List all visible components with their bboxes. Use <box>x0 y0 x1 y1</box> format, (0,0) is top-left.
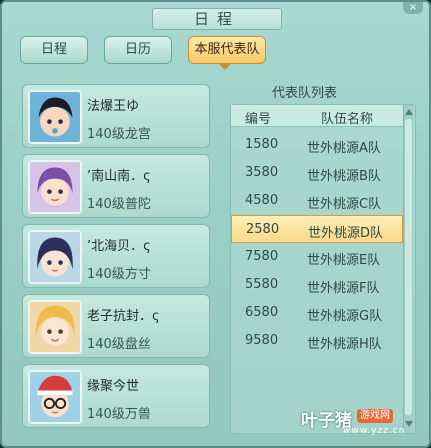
table-row-selected[interactable]: 2580 世外桃源D队 <box>231 215 403 243</box>
member-level: 140级万兽 <box>87 407 151 422</box>
team-name: 世外桃源B队 <box>307 169 381 184</box>
avatar <box>28 160 82 214</box>
active-tab-pointer <box>218 63 232 70</box>
tab-schedule[interactable]: 日程 <box>20 36 88 64</box>
tab-calendar[interactable]: 日历 <box>104 36 172 64</box>
watermark-url: www.yzz.cn <box>343 426 406 436</box>
avatar <box>28 230 82 284</box>
member-level: 140级龙宫 <box>87 127 151 142</box>
table-header: 编号 队伍名称 <box>231 105 403 127</box>
team-name: 世外桃源A队 <box>307 141 381 156</box>
team-table: 编号 队伍名称 1580 世外桃源A队 3580 世外桃源B队 4580 世外桃… <box>230 104 416 434</box>
team-name: 世外桃源E队 <box>307 253 381 268</box>
team-name: 世外桃源D队 <box>308 226 384 241</box>
table-row[interactable]: 4580 世外桃源C队 <box>231 187 403 215</box>
site-watermark: 叶子猪 游戏网 www.yzz.cn <box>301 406 421 440</box>
team-id: 5580 <box>245 277 279 292</box>
member-list: 法爆王ゆ 140级龙宫 ’南山南．ς 140级普陀 ’北海贝．ς 140级方寸 … <box>22 84 212 434</box>
table-row[interactable]: 1580 世外桃源A队 <box>231 131 403 159</box>
team-id: 6580 <box>245 305 279 320</box>
window-title: 日程 <box>152 8 282 30</box>
scroll-up-icon[interactable] <box>405 109 413 115</box>
table-row[interactable]: 6580 世外桃源G队 <box>231 299 403 327</box>
team-name: 世外桃源F队 <box>307 281 380 296</box>
member-name: ’南山南．ς <box>87 169 151 184</box>
member-card[interactable]: 法爆王ゆ 140级龙宫 <box>22 84 210 148</box>
member-level: 140级盘丝 <box>87 337 151 352</box>
team-id: 7580 <box>245 249 279 264</box>
team-id: 9580 <box>245 333 279 348</box>
member-card[interactable]: 缘聚今世 140级万兽 <box>22 364 210 428</box>
team-name: 世外桃源G队 <box>307 309 383 324</box>
scroll-thumb[interactable] <box>405 119 412 415</box>
team-name: 世外桃源C队 <box>307 197 382 212</box>
column-header-id: 编号 <box>245 112 272 127</box>
team-id: 2580 <box>246 222 280 237</box>
table-row[interactable]: 9580 世外桃源H队 <box>231 327 403 355</box>
member-name: 缘聚今世 <box>87 379 140 394</box>
table-scrollbar[interactable] <box>403 105 413 431</box>
member-level: 140级普陀 <box>87 197 151 212</box>
column-header-name: 队伍名称 <box>321 112 374 127</box>
schedule-window: 日程 × 日程 日历 本服代表队 法爆王ゆ 140级龙宫 ’南山南．ς 140级… <box>0 0 431 448</box>
member-level: 140级方寸 <box>87 267 151 282</box>
table-row[interactable]: 7580 世外桃源E队 <box>231 243 403 271</box>
tab-server-team[interactable]: 本服代表队 <box>188 36 266 64</box>
team-id: 3580 <box>245 165 279 180</box>
member-name: ’北海贝．ς <box>87 239 151 254</box>
team-id: 4580 <box>245 193 279 208</box>
avatar <box>28 370 82 424</box>
team-name: 世外桃源H队 <box>307 337 382 352</box>
table-row[interactable]: 3580 世外桃源B队 <box>231 159 403 187</box>
member-card[interactable]: ’南山南．ς 140级普陀 <box>22 154 210 218</box>
table-row[interactable]: 5580 世外桃源F队 <box>231 271 403 299</box>
member-name: 老子抗封．ς <box>87 309 160 324</box>
watermark-tag: 游戏网 <box>357 409 393 423</box>
avatar <box>28 300 82 354</box>
member-card[interactable]: 老子抗封．ς 140级盘丝 <box>22 294 210 358</box>
member-name: 法爆王ゆ <box>87 99 140 114</box>
member-card[interactable]: ’北海贝．ς 140级方寸 <box>22 224 210 288</box>
avatar <box>28 90 82 144</box>
team-list-title: 代表队列表 <box>272 86 338 101</box>
team-id: 1580 <box>245 137 279 152</box>
close-icon[interactable]: × <box>403 2 423 14</box>
